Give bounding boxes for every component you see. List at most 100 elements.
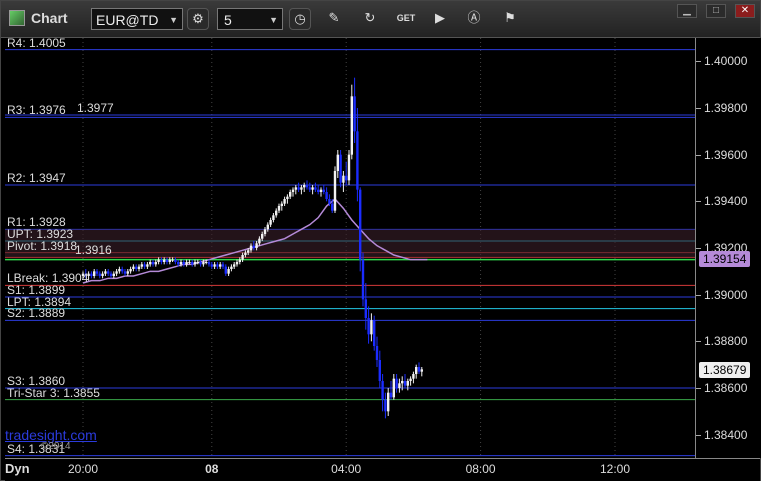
candle-body bbox=[202, 262, 205, 265]
candle-body bbox=[247, 250, 250, 253]
candle-body bbox=[342, 175, 345, 183]
candle-body bbox=[350, 96, 353, 155]
pencil-icon[interactable]: ✎ bbox=[323, 8, 345, 30]
candle-body bbox=[275, 210, 278, 216]
candle-body bbox=[95, 271, 99, 274]
candle-body bbox=[417, 367, 421, 372]
candle-body bbox=[244, 252, 247, 255]
y-tick-label: 1.40000 bbox=[704, 54, 748, 69]
get-icon[interactable]: GET bbox=[395, 8, 417, 30]
refresh-icon[interactable]: ↻ bbox=[359, 8, 381, 30]
candle-body bbox=[188, 262, 191, 263]
time-axis[interactable]: Dyn 20:00 08 04:00 08:00 12:00 bbox=[5, 458, 760, 481]
candle-body bbox=[196, 262, 199, 263]
candle-body bbox=[325, 192, 328, 199]
price-plot-area[interactable]: R4: 1.4005 R3: 1.3976 1.3977 R2: 1.3947 R1: … bbox=[5, 36, 695, 458]
level-label: S2: 1.3889 bbox=[7, 306, 66, 321]
y-tick-mark bbox=[696, 61, 701, 63]
candle-body bbox=[109, 273, 113, 276]
candle-body bbox=[90, 273, 93, 276]
candle-body bbox=[241, 255, 244, 260]
chart-window: Chart EUR@TD ▼ ⚙ 5 ▼ ◷ ✎ ↻ GET ▶ Ⓐ ⚑ ▁ □… bbox=[0, 0, 761, 481]
x-tick-label: 08:00 bbox=[465, 462, 496, 476]
candle-body bbox=[171, 259, 174, 261]
candle-body bbox=[356, 131, 359, 190]
last-price-tag: 1.38679 bbox=[699, 361, 751, 378]
candle-body bbox=[207, 262, 211, 265]
candle-body bbox=[177, 262, 180, 265]
candle-body bbox=[126, 271, 129, 274]
candle-body bbox=[210, 264, 213, 267]
level-label: 1.3916 bbox=[75, 243, 112, 258]
candle-body bbox=[118, 269, 121, 272]
title-bar[interactable]: Chart EUR@TD ▼ ⚙ 5 ▼ ◷ ✎ ↻ GET ▶ Ⓐ ⚑ ▁ □… bbox=[1, 1, 760, 38]
candle-body bbox=[137, 266, 141, 269]
period-select[interactable]: 5 ▼ bbox=[217, 8, 283, 30]
y-tick-mark bbox=[696, 108, 701, 109]
candle-body bbox=[101, 273, 104, 276]
y-tick-label: 1.38600 bbox=[704, 381, 748, 395]
candle-body bbox=[336, 154, 339, 171]
candle-body bbox=[392, 378, 395, 398]
candle-body bbox=[305, 185, 309, 188]
chevron-down-icon[interactable]: ▼ bbox=[269, 9, 278, 31]
level-label: Tri-Star 3: 1.3855 bbox=[7, 385, 100, 400]
candle-body bbox=[121, 269, 124, 272]
y-tick-label: 1.38800 bbox=[704, 334, 748, 349]
candle-body bbox=[205, 262, 208, 263]
y-tick-label: 1.38400 bbox=[704, 427, 748, 442]
candle-body bbox=[339, 154, 342, 183]
candle-body bbox=[317, 189, 320, 192]
candle-body bbox=[398, 383, 401, 388]
candle-body bbox=[135, 266, 138, 269]
candle-body bbox=[233, 264, 236, 267]
close-button[interactable]: ✕ bbox=[735, 4, 755, 18]
settings-icon[interactable]: ⚙ bbox=[187, 8, 209, 30]
candle-body bbox=[395, 378, 398, 388]
price-axis[interactable]: 1.40000 1.39800 1.39600 1.39400 1.39200 1.390… bbox=[695, 38, 761, 458]
candle-body bbox=[235, 262, 239, 265]
candle-body bbox=[280, 203, 283, 206]
candle-body bbox=[294, 187, 297, 190]
symbol-input[interactable]: EUR@TD ▼ bbox=[91, 8, 183, 30]
candle-body bbox=[163, 259, 166, 262]
x-tick-label: 08 bbox=[205, 462, 219, 476]
y-tick-mark bbox=[696, 388, 701, 389]
dyn-label[interactable]: Dyn bbox=[5, 461, 30, 476]
candle-body bbox=[227, 269, 230, 274]
candle-body bbox=[375, 346, 379, 360]
candle-body bbox=[165, 259, 169, 262]
candle-body bbox=[179, 262, 183, 265]
candle-body bbox=[381, 381, 384, 400]
maximize-button[interactable]: □ bbox=[706, 4, 726, 18]
clock-icon[interactable]: ◷ bbox=[289, 8, 311, 30]
candle-body bbox=[333, 171, 337, 211]
candle-body bbox=[129, 269, 132, 272]
candle-body bbox=[364, 299, 367, 318]
copyright: ©2014 bbox=[41, 441, 71, 452]
flag-icon[interactable]: ⚑ bbox=[499, 8, 521, 30]
candle-body bbox=[370, 320, 373, 335]
minimize-button[interactable]: ▁ bbox=[677, 4, 697, 18]
candle-body bbox=[322, 189, 325, 192]
candle-body bbox=[328, 199, 331, 204]
level-label: R3: 1.3976 bbox=[7, 103, 66, 118]
candle-body bbox=[168, 259, 171, 262]
candle-body bbox=[389, 392, 393, 398]
candle-body bbox=[185, 262, 188, 265]
candle-body bbox=[367, 318, 370, 335]
candle-body bbox=[286, 196, 289, 199]
y-tick-mark bbox=[696, 201, 701, 203]
x-tick-label: 20:00 bbox=[67, 462, 99, 476]
candle-body bbox=[266, 224, 269, 230]
candle-body bbox=[154, 262, 157, 265]
candle-body bbox=[345, 175, 348, 181]
y-tick-label: 1.39400 bbox=[704, 194, 748, 209]
candle-body bbox=[361, 259, 365, 300]
play-icon[interactable]: ▶ bbox=[429, 8, 451, 30]
chevron-down-icon[interactable]: ▼ bbox=[169, 9, 178, 31]
alert-icon[interactable]: Ⓐ bbox=[463, 8, 485, 30]
candle-body bbox=[415, 367, 418, 374]
x-tick-label: 12:00 bbox=[599, 462, 631, 476]
candle-body bbox=[151, 262, 155, 265]
